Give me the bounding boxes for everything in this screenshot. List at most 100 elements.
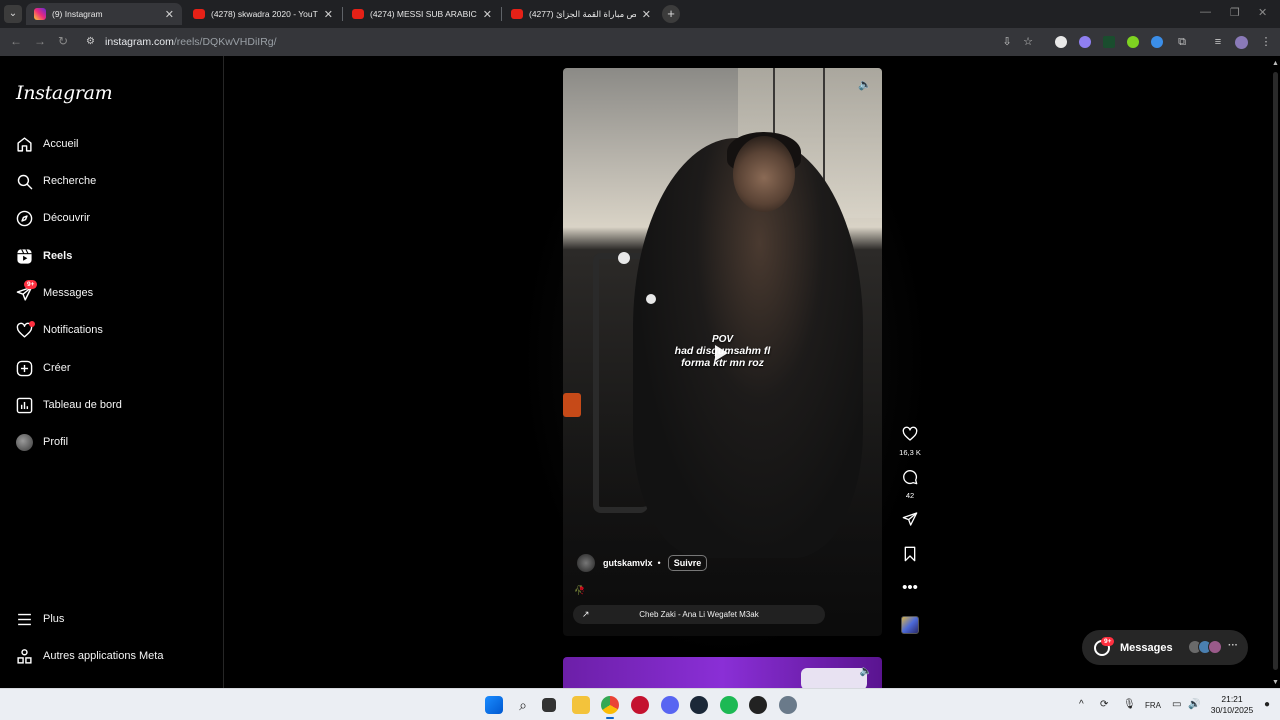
author-avatar[interactable] <box>577 554 595 572</box>
windows-taskbar: ⌕ ^ ⟳ 🎙 FRA ▭ 🔊 21:21 30/10/2025 ● <box>0 688 1280 720</box>
sidebar-item-decouvrir[interactable]: Découvrir <box>16 206 90 230</box>
caption-line: POV <box>711 334 734 345</box>
tab-close-icon[interactable]: ✕ <box>483 8 492 21</box>
volume-icon[interactable]: 🔈 <box>858 78 872 91</box>
close-window-icon[interactable]: ✕ <box>1258 6 1267 19</box>
maximize-icon[interactable]: ❐ <box>1230 6 1240 19</box>
comment-button[interactable]: 42 <box>896 469 924 500</box>
youtube-favicon-icon <box>352 9 364 19</box>
app-icon[interactable] <box>631 696 649 714</box>
microphone-icon[interactable]: 🎙 <box>1123 699 1136 710</box>
settings-icon[interactable] <box>779 696 797 714</box>
sidebar-item-notifications[interactable]: Notifications <box>16 318 103 342</box>
tab-separator <box>501 7 502 21</box>
tab-close-icon[interactable]: ✕ <box>324 8 333 21</box>
scroll-up-arrow-icon[interactable]: ▲ <box>1272 60 1279 67</box>
scrollbar-thumb[interactable] <box>1273 72 1278 670</box>
install-app-icon[interactable]: ⇩ <box>1000 35 1014 49</box>
speaker-icon[interactable]: 🔊 <box>1188 699 1200 710</box>
tab-close-icon[interactable]: ✕ <box>642 8 651 21</box>
scroll-down-arrow-icon[interactable]: ▼ <box>1272 679 1279 686</box>
sidebar-item-label: Autres applications Meta <box>43 650 164 662</box>
notification-bell-icon[interactable]: ● <box>1264 699 1270 710</box>
extension-icon[interactable] <box>1127 36 1139 48</box>
task-view-icon[interactable] <box>542 698 556 712</box>
spotify-icon[interactable] <box>720 696 738 714</box>
search-icon[interactable]: ⌕ <box>514 696 532 714</box>
sidebar-item-reels[interactable]: Reels <box>16 244 72 268</box>
sidebar-item-label: Tableau de bord <box>43 399 122 411</box>
file-explorer-icon[interactable] <box>572 696 590 714</box>
tab-youtube-skwadra[interactable]: (4278) skwadra 2020 - YouTube ✕ <box>185 3 341 25</box>
next-reel-preview[interactable]: 🔈 <box>563 657 882 688</box>
sidebar-item-meta-apps[interactable]: Autres applications Meta <box>16 644 163 668</box>
save-button[interactable] <box>896 546 924 566</box>
share-button[interactable] <box>896 511 924 531</box>
extension-icon[interactable] <box>1103 36 1115 48</box>
profile-avatar[interactable] <box>1235 36 1248 49</box>
reel-machine-handle <box>646 294 656 304</box>
minimize-icon[interactable]: — <box>1200 6 1211 18</box>
sync-icon[interactable]: ⟳ <box>1100 699 1108 710</box>
audio-thumbnail[interactable] <box>901 616 919 634</box>
tab-youtube-summary[interactable]: (4277) ملخص مباراة القمة الجزائ ✕ <box>503 3 659 25</box>
audio-track-pill[interactable]: ↗ Cheb Zaki - Ana Li Wegafet M3ak <box>573 605 825 624</box>
address-field[interactable]: instagram.com/reels/DQKwVHDiIRg/ <box>105 36 277 48</box>
discord-icon[interactable] <box>661 696 679 714</box>
reel-orange-object <box>563 393 581 417</box>
reel-video[interactable]: 🔈 POV had disqumsahm fl forma ktr mn roz… <box>563 68 882 636</box>
reel-description[interactable]: 🥀 <box>574 585 585 596</box>
reload-icon[interactable]: ↻ <box>58 34 68 48</box>
tab-close-icon[interactable]: ✕ <box>165 8 174 21</box>
sidebar-item-label: Plus <box>43 613 65 625</box>
taskbar-clock[interactable]: 21:21 30/10/2025 <box>1202 694 1262 716</box>
steam-icon[interactable] <box>690 696 708 714</box>
reel-author-row: gutskamvlx • Suivre <box>577 554 708 572</box>
sidebar-item-recherche[interactable]: Recherche <box>16 169 96 193</box>
sidebar-item-label: Accueil <box>43 138 79 150</box>
youtube-favicon-icon <box>193 9 205 19</box>
windows-start-icon[interactable] <box>485 696 503 714</box>
messages-floating-button[interactable]: Messages ··· <box>1082 630 1248 665</box>
tray-overflow-icon[interactable]: ^ <box>1079 699 1084 710</box>
chrome-icon[interactable] <box>601 696 619 714</box>
tab-youtube-messi[interactable]: (4274) MESSI SUB ARABIC - You ✕ <box>344 3 500 25</box>
extension-icon[interactable] <box>1151 36 1163 48</box>
plus-square-icon <box>16 360 33 377</box>
follow-button[interactable]: Suivre <box>667 555 708 571</box>
comment-icon <box>896 469 924 489</box>
sidebar-item-creer[interactable]: Créer <box>16 356 71 380</box>
bookmark-star-icon[interactable]: ☆ <box>1021 35 1035 49</box>
new-tab-button[interactable]: + <box>662 5 680 23</box>
sidebar-item-accueil[interactable]: Accueil <box>16 132 78 156</box>
more-options-button[interactable]: ••• <box>896 580 924 596</box>
notification-dot <box>29 320 35 327</box>
sidebar-item-plus[interactable]: Plus <box>16 607 64 631</box>
language-indicator[interactable]: FRA <box>1145 701 1161 710</box>
author-username[interactable]: gutskamvlx <box>603 558 653 568</box>
instagram-logo[interactable]: Instagram <box>16 82 113 104</box>
media-controls-icon[interactable]: ≡ <box>1211 35 1225 49</box>
extension-icon[interactable] <box>1079 36 1091 48</box>
back-icon[interactable]: ← <box>10 34 22 48</box>
site-info-icon[interactable]: ⚙ <box>86 36 98 48</box>
forward-icon[interactable]: → <box>34 34 46 48</box>
sidebar-item-messages[interactable]: 9+ Messages <box>16 279 93 305</box>
browser-menu-icon[interactable]: ⋮ <box>1259 35 1273 49</box>
play-icon[interactable] <box>715 345 728 361</box>
active-app-indicator <box>606 717 614 719</box>
extensions-puzzle-icon[interactable]: ⧉ <box>1175 35 1189 49</box>
volume-icon[interactable]: 🔈 <box>860 666 872 677</box>
sidebar-item-tableau-de-bord[interactable]: Tableau de bord <box>16 393 122 417</box>
youtube-favicon-icon <box>511 9 523 19</box>
extension-icon[interactable] <box>1055 36 1067 48</box>
tab-instagram[interactable]: (9) Instagram ✕ <box>26 3 182 25</box>
tab-search-menu-button[interactable]: ⌄ <box>4 5 22 23</box>
browser-toolbar: ← → ↻ ⚙ instagram.com/reels/DQKwVHDiIRg/… <box>0 28 1280 56</box>
network-icon[interactable]: ▭ <box>1172 699 1181 710</box>
app-icon[interactable] <box>749 696 767 714</box>
like-button[interactable]: 16,3 K <box>896 426 924 457</box>
sidebar-item-profil[interactable]: Profil <box>16 430 68 454</box>
search-icon <box>16 173 33 190</box>
sidebar-item-label: Profil <box>43 436 69 448</box>
